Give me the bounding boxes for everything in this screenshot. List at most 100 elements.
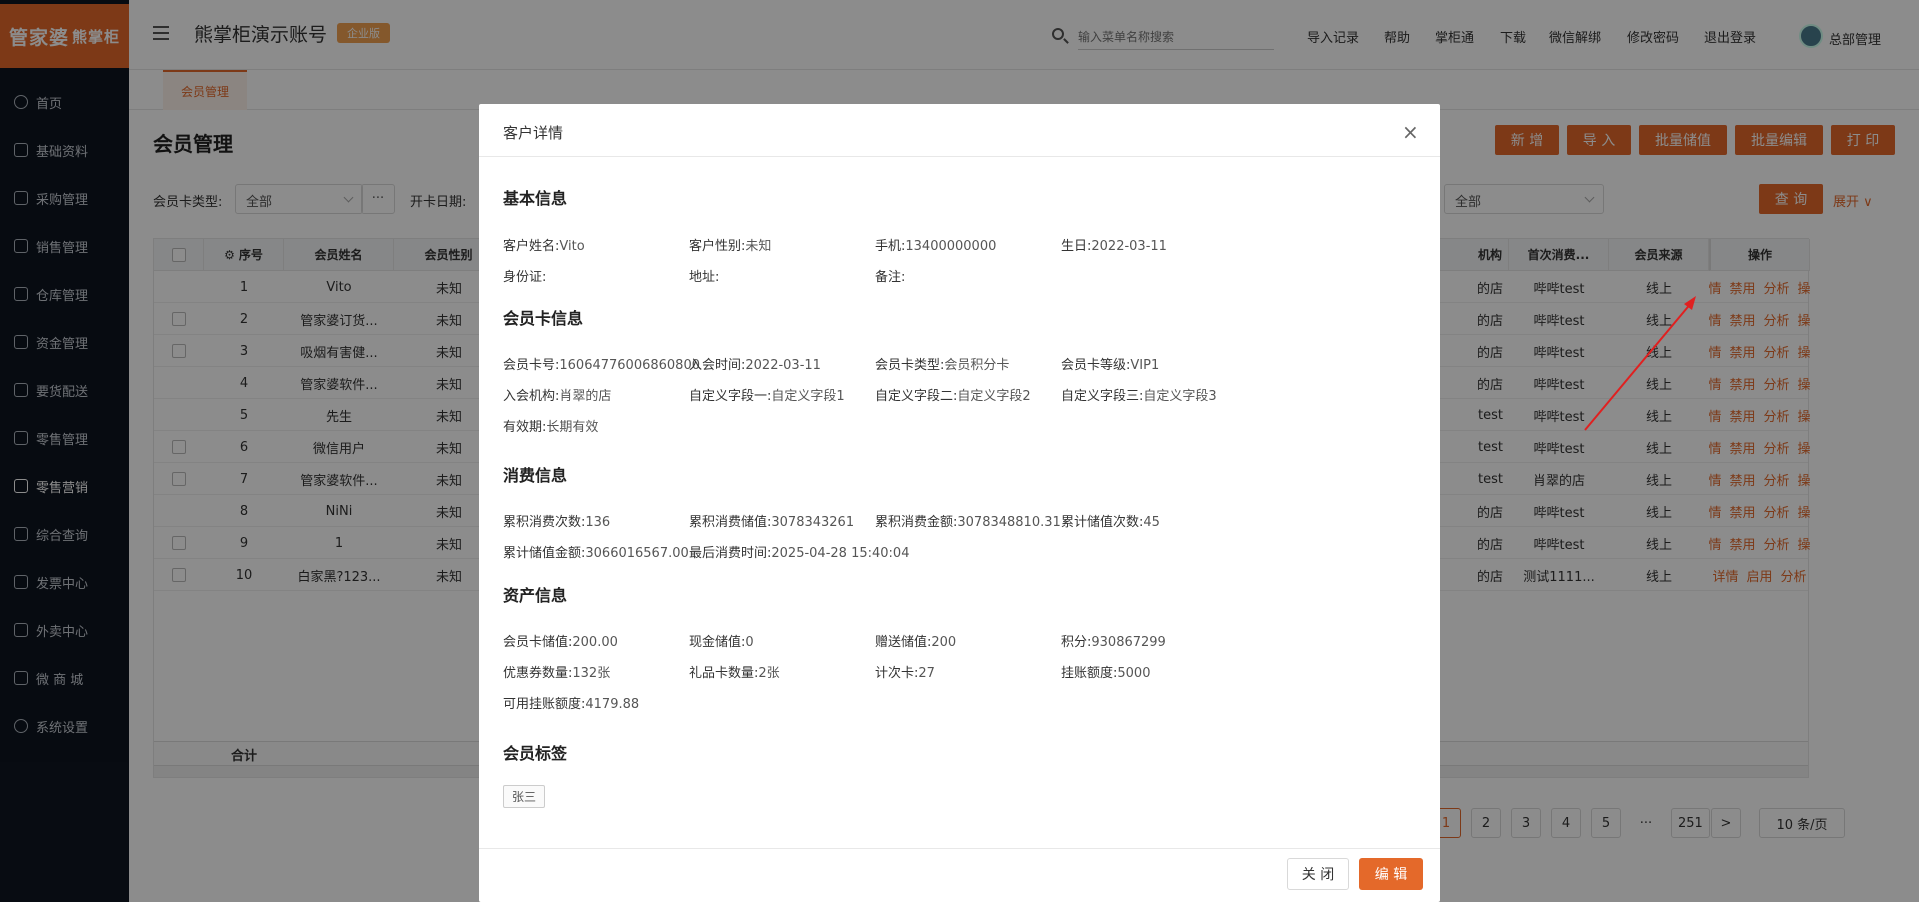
field-assets-4: 优惠券数量:132张 (503, 662, 610, 681)
section-consume-title: 消费信息 (503, 466, 568, 485)
field-value: 2025-04-28 15:40:04 (771, 546, 910, 561)
field-card-0: 会员卡号:16064776006860800 (503, 354, 700, 373)
field-assets-2: 赠送储值:200 (875, 631, 956, 650)
field-label: 最后消费时间: (689, 546, 772, 561)
field-value: 930867299 (1091, 635, 1166, 650)
field-label: 优惠券数量: (503, 666, 573, 681)
divider (479, 848, 1440, 849)
field-label: 挂账额度: (1061, 666, 1118, 681)
field-assets-5: 礼品卡数量:2张 (689, 662, 780, 681)
field-card-7: 自定义字段三:自定义字段3 (1061, 385, 1217, 404)
field-value: 3066016567.00 (585, 546, 689, 561)
section-assets-title: 资产信息 (503, 586, 568, 605)
field-assets-1: 现金储值:0 (689, 631, 754, 650)
section-basic-title: 基本信息 (503, 189, 568, 208)
field-value: 长期有效 (546, 420, 599, 435)
field-assets-8: 可用挂账额度:4179.88 (503, 693, 639, 712)
field-assets-3: 积分:930867299 (1061, 631, 1166, 650)
annotation-arrow-icon (1584, 296, 1696, 431)
field-basic-3: 生日:2022-03-11 (1061, 235, 1167, 254)
field-consume-2: 累积消费金额:3078348810.31 (875, 511, 1061, 530)
field-value: 2张 (758, 666, 780, 681)
field-label: 有效期: (503, 420, 547, 435)
field-label: 累计储值金额: (503, 546, 586, 561)
field-basic-0: 客户姓名:Vito (503, 235, 585, 254)
field-value: 45 (1143, 515, 1160, 530)
modal-title: 客户详情 (503, 124, 564, 142)
field-value: 未知 (745, 239, 772, 254)
field-value: 2022-03-11 (745, 358, 821, 373)
field-card-4: 入会机构:肖翠的店 (503, 385, 611, 404)
field-basic-1: 客户性别:未知 (689, 235, 771, 254)
field-value: 200 (931, 635, 957, 650)
field-value: 3078343261 (771, 515, 855, 530)
field-card-3: 会员卡等级:VIP1 (1061, 354, 1159, 373)
field-label: 会员卡类型: (875, 358, 945, 373)
field-value: 自定义字段2 (957, 389, 1031, 404)
field-consume-5: 最后消费时间:2025-04-28 15:40:04 (689, 542, 909, 561)
field-label: 累积消费金额: (875, 515, 958, 530)
field-label: 会员卡储值: (503, 635, 573, 650)
field-label: 累计储值次数: (1061, 515, 1144, 530)
field-value: 5000 (1117, 666, 1151, 681)
field-label: 累积消费储值: (689, 515, 772, 530)
close-button[interactable]: 关 闭 (1287, 858, 1349, 890)
section-tags-title: 会员标签 (503, 744, 568, 763)
field-label: 身份证: (503, 270, 547, 285)
field-label: 可用挂账额度: (503, 697, 586, 712)
field-card-1: 入会时间:2022-03-11 (689, 354, 821, 373)
member-tag: 张三 (503, 785, 546, 808)
field-assets-7: 挂账额度:5000 (1061, 662, 1150, 681)
field-value: 132张 (572, 666, 611, 681)
field-value: 肖翠的店 (559, 389, 612, 404)
field-card-6: 自定义字段二:自定义字段2 (875, 385, 1031, 404)
field-assets-6: 计次卡:27 (875, 662, 935, 681)
field-value: 13400000000 (905, 239, 997, 254)
field-label: 计次卡: (875, 666, 919, 681)
field-label: 会员卡号: (503, 358, 560, 373)
field-label: 累积消费次数: (503, 515, 586, 530)
field-basic-5: 地址: (689, 266, 719, 285)
field-value: 136 (585, 515, 611, 530)
field-label: 入会机构: (503, 389, 560, 404)
section-card-title: 会员卡信息 (503, 309, 584, 328)
field-label: 积分: (1061, 635, 1092, 650)
field-value: 27 (918, 666, 935, 681)
field-assets-0: 会员卡储值:200.00 (503, 631, 618, 650)
field-value: 0 (745, 635, 754, 650)
field-label: 现金储值: (689, 635, 746, 650)
field-value: Vito (559, 239, 585, 254)
field-value: 200.00 (572, 635, 618, 650)
field-label: 礼品卡数量: (689, 666, 759, 681)
field-consume-4: 累计储值金额:3066016567.00 (503, 542, 689, 561)
field-value: 会员积分卡 (944, 358, 1010, 373)
field-label: 备注: (875, 270, 906, 285)
field-value: 3078348810.31 (957, 515, 1061, 530)
field-card-5: 自定义字段一:自定义字段1 (689, 385, 845, 404)
field-card-2: 会员卡类型:会员积分卡 (875, 354, 1009, 373)
field-consume-1: 累积消费储值:3078343261 (689, 511, 854, 530)
field-value: VIP1 (1130, 358, 1160, 373)
field-card-8: 有效期:长期有效 (503, 416, 598, 435)
field-label: 自定义字段二: (875, 389, 958, 404)
field-basic-6: 备注: (875, 266, 905, 285)
edit-button[interactable]: 编 辑 (1359, 858, 1423, 890)
field-label: 自定义字段一: (689, 389, 772, 404)
field-label: 客户姓名: (503, 239, 560, 254)
field-label: 生日: (1061, 239, 1092, 254)
divider (479, 156, 1440, 157)
field-label: 会员卡等级: (1061, 358, 1131, 373)
field-label: 赠送储值: (875, 635, 932, 650)
field-label: 客户性别: (689, 239, 746, 254)
field-value: 4179.88 (585, 697, 640, 712)
field-value: 自定义字段3 (1143, 389, 1217, 404)
field-value: 16064776006860800 (559, 358, 700, 373)
field-label: 手机: (875, 239, 906, 254)
field-basic-2: 手机:13400000000 (875, 235, 996, 254)
close-icon[interactable]: × (1402, 120, 1419, 144)
customer-detail-modal: 客户详情 × 基本信息 客户姓名:Vito 客户性别:未知 手机:134000000… (479, 104, 1440, 902)
field-label: 入会时间: (689, 358, 746, 373)
field-consume-0: 累积消费次数:136 (503, 511, 610, 530)
field-label: 地址: (689, 270, 720, 285)
field-value: 自定义字段1 (771, 389, 845, 404)
